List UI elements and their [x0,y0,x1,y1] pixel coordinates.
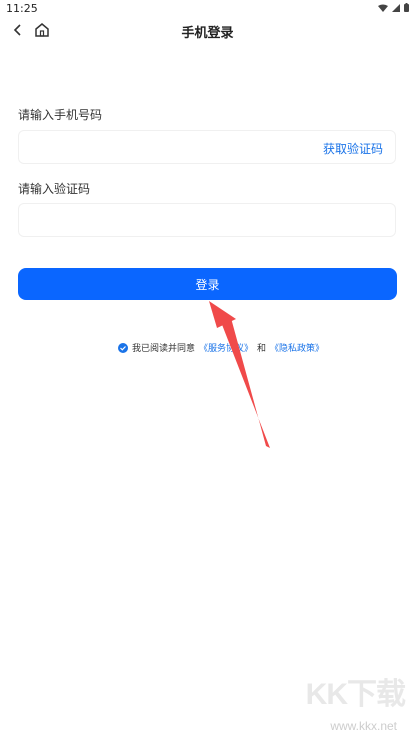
agreement-and: 和 [257,344,267,354]
agreement-row: 我已阅读并同意 《服务协议》 和 《隐私政策》 [118,341,324,354]
battery-icon [404,2,409,15]
phone-label: 请输入手机号码 [18,108,103,122]
watermark-url: www.kkx.net [330,719,397,733]
service-agreement-link[interactable]: 《服务协议》 [199,341,253,354]
wifi-icon [378,2,388,15]
code-input[interactable] [19,204,395,236]
watermark-logo: KK下载 [305,678,406,711]
phone-field: 获取验证码 [18,130,396,164]
agreement-checkbox[interactable] [118,342,128,353]
signal-icon [392,2,400,15]
status-icons [378,2,409,15]
code-label: 请输入验证码 [18,182,91,196]
status-time: 11:25 [6,2,38,15]
privacy-policy-link[interactable]: 《隐私政策》 [270,341,324,354]
navigation-bar: 手机登录 [0,18,415,44]
login-button[interactable]: 登录 [18,268,397,300]
code-field [18,203,396,237]
check-icon [120,345,126,351]
get-code-button[interactable]: 获取验证码 [323,140,383,157]
agreement-prefix: 我已阅读并同意 [132,344,196,354]
status-bar: 11:25 [0,0,415,18]
page-title: 手机登录 [181,26,234,41]
